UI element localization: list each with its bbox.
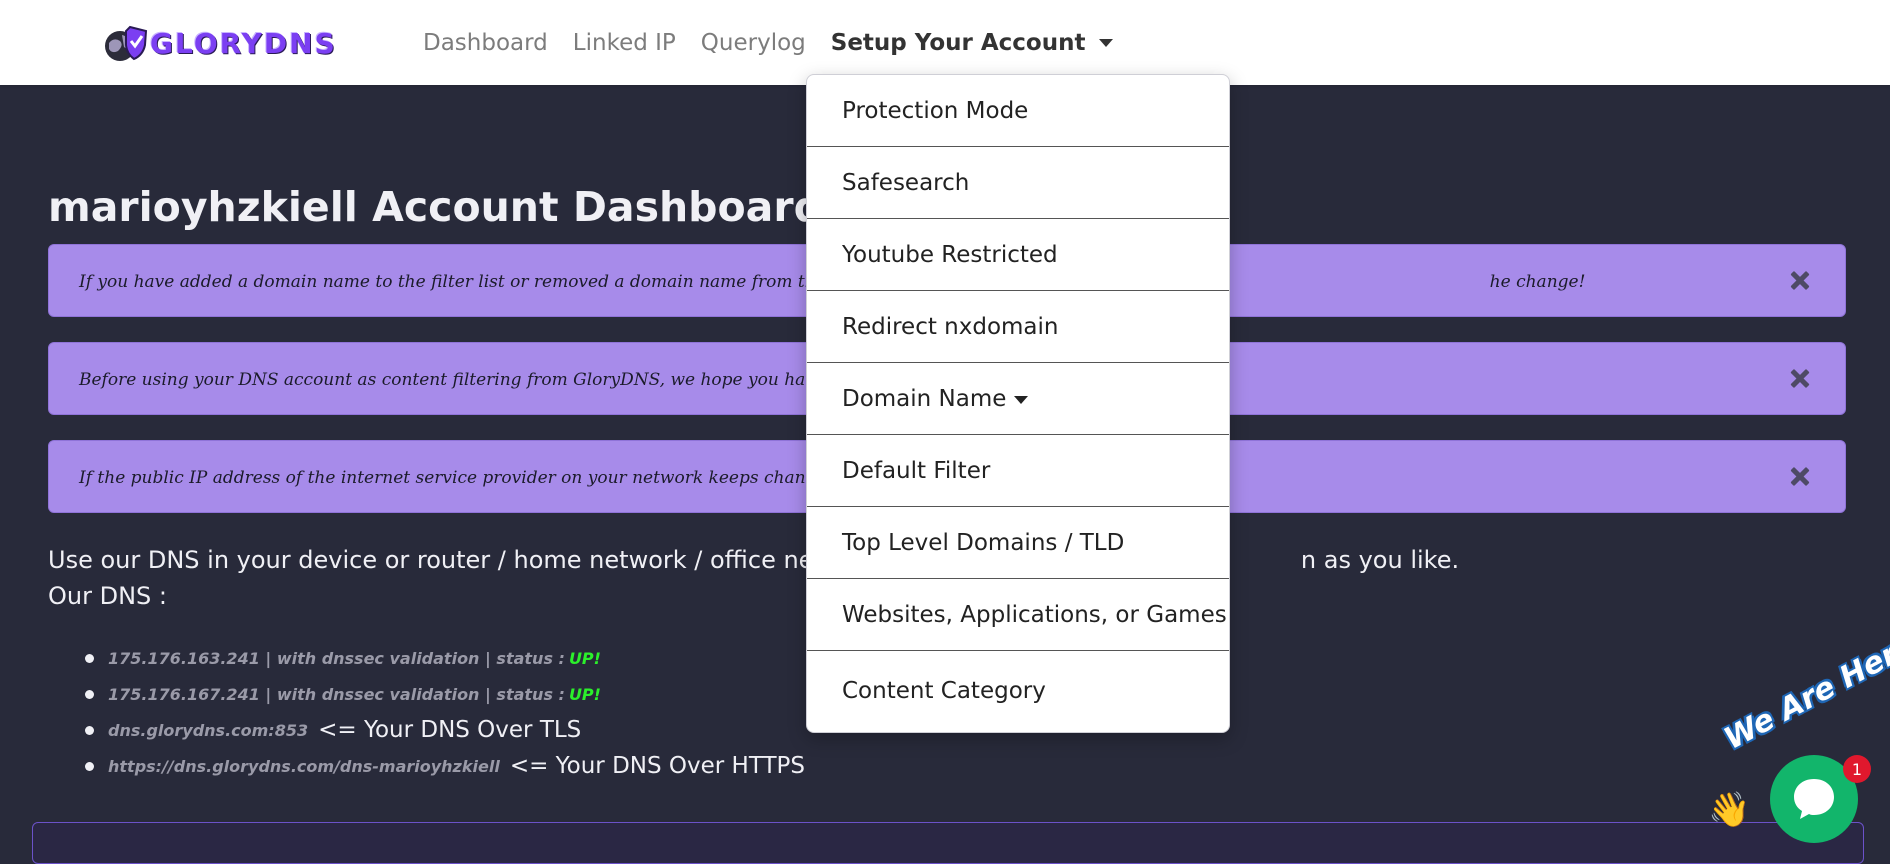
caret-down-icon: [1099, 38, 1114, 47]
our-dns-label: Our DNS :: [48, 582, 167, 610]
close-icon[interactable]: [1787, 463, 1815, 491]
menu-item-protection-mode[interactable]: Protection Mode: [807, 75, 1229, 147]
bullet: [85, 653, 94, 663]
menu-item-redirect-nxdomain[interactable]: Redirect nxdomain: [807, 291, 1229, 363]
chat-banner-text: We Are Here!: [1718, 620, 1890, 757]
dns-item: dns.glorydns.com:853 <= Your DNS Over TL…: [85, 712, 805, 748]
status-badge: UP!: [568, 648, 601, 668]
menu-item-default-filter[interactable]: Default Filter: [807, 435, 1229, 507]
dns-list: 175.176.163.241 | with dnssec validation…: [85, 640, 805, 784]
waving-hand-icon: 👋: [1708, 790, 1751, 830]
brand-name: GLORYDNS: [150, 26, 337, 60]
usage-line-left: Use our DNS in your device or router / h…: [48, 546, 911, 574]
chat-widget: We Are Here! 👋 1: [1705, 620, 1890, 843]
bullet: [85, 761, 94, 771]
nav-dropdown-setup-account[interactable]: Setup Your Account: [831, 30, 1114, 56]
close-icon[interactable]: [1787, 267, 1815, 295]
bottom-panel: [32, 822, 1864, 864]
bullet: [85, 725, 94, 735]
dns-tls-address[interactable]: dns.glorydns.com:853: [108, 721, 308, 740]
menu-item-safesearch[interactable]: Safesearch: [807, 147, 1229, 219]
status-badge: UP!: [568, 684, 601, 704]
menu-item-domain-name[interactable]: Domain Name: [807, 363, 1229, 435]
dns-https-description: <= Your DNS Over HTTPS: [509, 753, 805, 779]
menu-item-label: Domain Name: [842, 385, 1007, 412]
setup-account-dropdown: Protection Mode Safesearch Youtube Restr…: [806, 74, 1230, 733]
close-icon[interactable]: [1787, 365, 1815, 393]
nav-link-querylog[interactable]: Querylog: [701, 30, 806, 56]
caret-down-icon: [1014, 395, 1029, 404]
notification-badge: 1: [1843, 755, 1871, 783]
usage-line-right: n as you like.: [1300, 546, 1460, 574]
bullet: [85, 689, 94, 699]
menu-item-websites-apps-games[interactable]: Websites, Applications, or Games: [807, 579, 1229, 651]
dns-tls-description: <= Your DNS Over TLS: [318, 717, 582, 743]
page-title: marioyhzkiell Account Dashboard: [48, 183, 823, 231]
dns-item: 175.176.167.241 | with dnssec validation…: [85, 676, 805, 712]
menu-item-content-category[interactable]: Content Category: [807, 651, 1229, 731]
menu-item-tld[interactable]: Top Level Domains / TLD: [807, 507, 1229, 579]
dns-server-ip[interactable]: 175.176.163.241 | with dnssec validation…: [108, 649, 565, 668]
dns-https-address[interactable]: https://dns.glorydns.com/dns-marioyhzkie…: [108, 757, 500, 776]
dns-item: 175.176.163.241 | with dnssec validation…: [85, 640, 805, 676]
chat-bubble-icon: [1794, 779, 1834, 819]
top-navbar: GLORYDNS Dashboard Linked IP Querylog Se…: [0, 0, 1890, 85]
menu-item-youtube-restricted[interactable]: Youtube Restricted: [807, 219, 1229, 291]
dns-server-ip[interactable]: 175.176.167.241 | with dnssec validation…: [108, 685, 565, 704]
nav-dropdown-label: Setup Your Account: [830, 29, 1086, 56]
shield-globe-logo-icon: [105, 25, 148, 61]
nav-link-dashboard[interactable]: Dashboard: [423, 30, 548, 56]
nav-links: Dashboard Linked IP Querylog Setup Your …: [423, 0, 1138, 85]
nav-link-linked-ip[interactable]: Linked IP: [573, 30, 676, 56]
dns-item: https://dns.glorydns.com/dns-marioyhzkie…: [85, 748, 805, 784]
brand-logo-link[interactable]: GLORYDNS: [100, 20, 337, 66]
usage-instructions: Use our DNS in your device or router / h…: [48, 542, 1459, 614]
